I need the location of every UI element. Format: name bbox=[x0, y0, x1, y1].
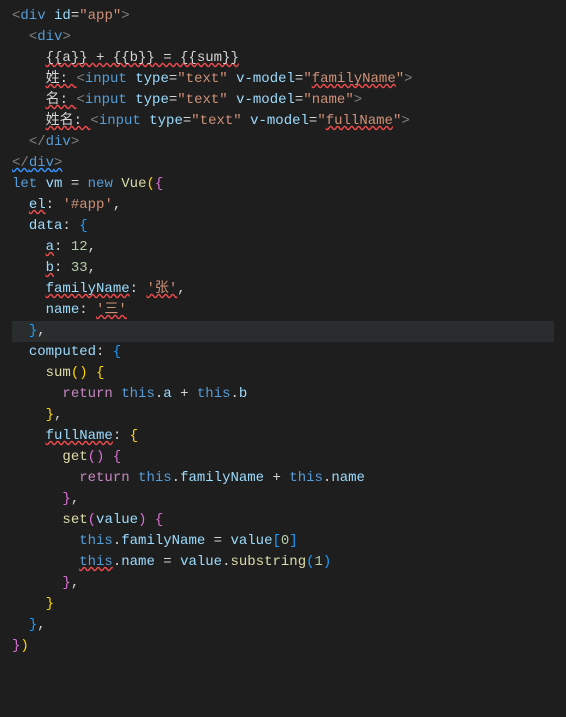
code-line: }, bbox=[12, 615, 554, 636]
code-line: data: { bbox=[12, 216, 554, 237]
code-line: 名: <input type="text" v-model="name"> bbox=[12, 90, 554, 111]
code-line: </div> bbox=[12, 153, 554, 174]
code-line: sum() { bbox=[12, 363, 554, 384]
code-line: get() { bbox=[12, 447, 554, 468]
code-line: fullName: { bbox=[12, 426, 554, 447]
code-line: } bbox=[12, 594, 554, 615]
code-line: 姓: <input type="text" v-model="familyNam… bbox=[12, 69, 554, 90]
code-line: 姓名: <input type="text" v-model="fullName… bbox=[12, 111, 554, 132]
code-line: }, bbox=[12, 405, 554, 426]
code-editor[interactable]: <div id="app"> <div> {{a}} + {{b}} = {{s… bbox=[0, 0, 566, 663]
code-line: <div> bbox=[12, 27, 554, 48]
code-line: el: '#app', bbox=[12, 195, 554, 216]
code-line: set(value) { bbox=[12, 510, 554, 531]
code-line: this.name = value.substring(1) bbox=[12, 552, 554, 573]
code-line: a: 12, bbox=[12, 237, 554, 258]
code-line: return this.a + this.b bbox=[12, 384, 554, 405]
code-line: computed: { bbox=[12, 342, 554, 363]
code-line: </div> bbox=[12, 132, 554, 153]
code-line: b: 33, bbox=[12, 258, 554, 279]
code-line: let vm = new Vue({ bbox=[12, 174, 554, 195]
code-line: <div id="app"> bbox=[12, 6, 554, 27]
code-line: }, bbox=[12, 321, 554, 342]
code-line: return this.familyName + this.name bbox=[12, 468, 554, 489]
code-line: name: '三' bbox=[12, 300, 554, 321]
code-line: this.familyName = value[0] bbox=[12, 531, 554, 552]
code-line: }) bbox=[12, 636, 554, 657]
code-line: {{a}} + {{b}} = {{sum}} bbox=[12, 48, 554, 69]
code-line: familyName: '张', bbox=[12, 279, 554, 300]
code-line: }, bbox=[12, 489, 554, 510]
code-line: }, bbox=[12, 573, 554, 594]
